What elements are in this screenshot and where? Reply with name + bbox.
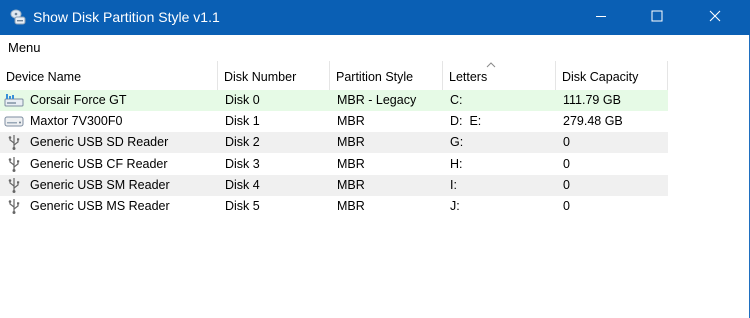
cell-letters: D: E: xyxy=(450,114,482,129)
disk-app-icon xyxy=(9,8,27,26)
cell-partition-style: MBR xyxy=(337,199,365,213)
cell-disk-number: Disk 4 xyxy=(225,177,260,192)
window-title: Show Disk Partition Style v1.1 xyxy=(33,9,220,25)
ssd-icon xyxy=(4,92,24,108)
table-row[interactable]: Maxtor 7V300F0 Disk 1 MBR D: E: 279.48 GB xyxy=(0,111,668,132)
cell-device-name: Generic USB SM Reader xyxy=(30,177,170,192)
cell-partition-style: MBR xyxy=(337,177,365,192)
list-header: Device Name Disk Number Partition Style … xyxy=(0,61,668,92)
table-row[interactable]: Corsair Force GT Disk 0 MBR - Legacy C: 111.… xyxy=(0,90,668,111)
cell-device-name: Generic USB SD Reader xyxy=(30,135,169,150)
cell-disk-capacity: 279.48 GB xyxy=(563,114,623,129)
cell-disk-number: Disk 2 xyxy=(225,135,260,150)
cell-partition-style: MBR xyxy=(337,135,365,150)
sort-ascending-icon xyxy=(486,58,496,68)
cell-disk-capacity: 0 xyxy=(563,135,570,150)
cell-letters: C: xyxy=(450,93,463,107)
cell-letters: J: xyxy=(450,199,460,213)
cell-partition-style: MBR xyxy=(337,114,365,129)
table-row[interactable]: Generic USB MS Reader Disk 5 MBR J: 0 xyxy=(0,196,668,217)
menu-item-menu[interactable]: Menu xyxy=(8,40,41,55)
cell-disk-number: Disk 1 xyxy=(225,114,260,129)
cell-device-name: Generic USB CF Reader xyxy=(30,156,168,171)
close-button[interactable] xyxy=(692,0,738,35)
cell-letters: I: xyxy=(450,177,457,192)
table-row[interactable]: Generic USB SD Reader Disk 2 MBR G: 0 xyxy=(0,132,668,154)
cell-disk-capacity: 0 xyxy=(563,199,570,213)
cell-device-name: Maxtor 7V300F0 xyxy=(30,114,123,129)
table-row[interactable]: Generic USB SM Reader Disk 4 MBR I: 0 xyxy=(0,174,668,196)
cell-partition-style: MBR xyxy=(337,156,365,171)
usb-icon xyxy=(4,177,24,193)
column-header-letters[interactable]: Letters xyxy=(443,61,556,92)
minimize-button[interactable] xyxy=(578,0,624,35)
cell-disk-number: Disk 0 xyxy=(225,93,260,107)
cell-device-name: Corsair Force GT xyxy=(30,93,127,107)
close-icon xyxy=(709,10,721,25)
maximize-icon xyxy=(651,10,663,25)
cell-letters: G: xyxy=(450,135,464,150)
minimize-icon xyxy=(595,10,607,25)
title-bar[interactable]: Show Disk Partition Style v1.1 xyxy=(0,0,750,35)
cell-disk-capacity: 111.79 GB xyxy=(563,93,621,107)
usb-icon xyxy=(4,156,24,172)
cell-disk-capacity: 0 xyxy=(563,156,570,171)
cell-disk-capacity: 0 xyxy=(563,177,570,192)
maximize-button[interactable] xyxy=(634,0,680,35)
usb-icon xyxy=(4,198,24,214)
cell-disk-number: Disk 5 xyxy=(225,199,260,213)
cell-device-name: Generic USB MS Reader xyxy=(30,199,170,213)
partition-list[interactable]: Device Name Disk Number Partition Style … xyxy=(0,59,749,318)
usb-icon xyxy=(4,134,24,151)
app-window: Show Disk Partition Style v1.1 Menu Devi… xyxy=(0,0,750,318)
cell-letters: H: xyxy=(450,156,463,171)
column-header-device-name[interactable]: Device Name xyxy=(0,61,218,92)
menu-bar: Menu xyxy=(0,35,749,59)
cell-partition-style: MBR - Legacy xyxy=(337,93,417,107)
table-row[interactable]: Generic USB CF Reader Disk 3 MBR H: 0 xyxy=(0,154,668,175)
hdd-icon xyxy=(4,113,24,129)
cell-disk-number: Disk 3 xyxy=(225,156,260,171)
column-header-partition-style[interactable]: Partition Style xyxy=(330,61,443,92)
column-header-disk-capacity[interactable]: Disk Capacity xyxy=(556,61,668,92)
column-header-disk-number[interactable]: Disk Number xyxy=(218,61,330,92)
